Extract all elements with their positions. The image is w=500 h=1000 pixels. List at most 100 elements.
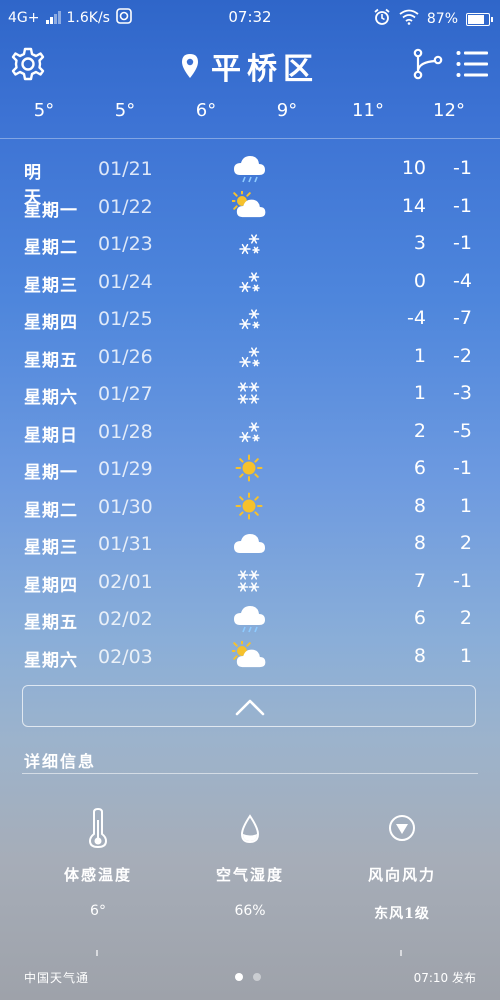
sun-cloud-icon	[230, 188, 266, 217]
forecast-row[interactable]: 星期六 02/03 8 1	[0, 638, 500, 676]
forecast-row[interactable]: 星期一 01/29 6 -1	[0, 450, 500, 488]
hourly-temp: 5°	[114, 100, 136, 121]
forecast-low: -7	[453, 307, 472, 329]
wind-direction-icon	[389, 815, 415, 841]
list-menu-icon	[456, 51, 488, 77]
scroll-hint-mark	[400, 950, 402, 956]
forecast-date: 01/23	[98, 233, 153, 255]
forecast-date: 01/30	[98, 495, 153, 518]
forecast-weather-icon	[232, 266, 266, 296]
forecast-day: 星期四	[24, 313, 78, 333]
snow-icon	[239, 421, 260, 442]
forecast-date: 01/22	[98, 195, 153, 218]
status-bar: 4G+ 1.6K/s 07:32 87%	[0, 0, 500, 34]
share-button[interactable]	[412, 48, 444, 80]
hourly-temp: 9°	[276, 100, 298, 121]
forecast-high: 0	[413, 269, 426, 292]
forecast-high: 14	[401, 194, 426, 217]
forecast-row[interactable]: 星期五 02/02 6 2	[0, 600, 500, 638]
hourly-temperature-row: 5° 5° 6° 9° 11° 12°	[0, 96, 500, 128]
forecast-date: 01/21	[98, 158, 153, 180]
forecast-high: 2	[413, 419, 426, 442]
details-divider	[22, 773, 478, 774]
snow-icon	[239, 346, 260, 367]
chevron-up-icon	[235, 699, 265, 716]
alarm-icon	[373, 8, 391, 30]
forecast-day: 星期二	[24, 238, 78, 258]
forecast-weather-icon	[232, 566, 266, 596]
forecast-row[interactable]: 明 天 01/21 10 -1	[0, 150, 500, 208]
forecast-high: 6	[413, 457, 426, 479]
forecast-weather-icon	[232, 228, 266, 258]
page-dot-active[interactable]	[235, 973, 243, 981]
detail-value: 6°	[90, 903, 106, 919]
cloud-icon	[234, 534, 265, 553]
forecast-low: -1	[453, 457, 472, 479]
scroll-hint-mark	[96, 950, 98, 956]
forecast-low: 1	[459, 644, 472, 667]
forecast-low: -3	[453, 382, 472, 404]
forecast-weather-icon	[232, 603, 266, 633]
forecast-low: 2	[459, 532, 472, 554]
detail-value: 66%	[234, 903, 266, 919]
forecast-row[interactable]: 星期四 01/25 -4 -7	[0, 300, 500, 338]
forecast-day: 星期二	[24, 500, 78, 521]
snow-icon	[239, 309, 260, 330]
wifi-icon	[399, 9, 419, 29]
forecast-row[interactable]: 星期三 01/24 0 -4	[0, 263, 500, 301]
page-dot[interactable]	[253, 973, 261, 981]
detail-humidity: 空气湿度 66%	[170, 808, 330, 919]
forecast-weather-icon	[232, 491, 266, 521]
forecast-weather-icon	[232, 416, 266, 446]
forecast-day: 星期一	[24, 463, 78, 483]
sun-cloud-icon	[230, 638, 266, 667]
snow-icon	[239, 234, 260, 255]
forecast-low: 1	[459, 494, 472, 517]
hourly-temp: 11°	[352, 100, 384, 121]
forecast-row[interactable]: 星期一 01/22 14 -1	[0, 188, 500, 226]
forecast-row[interactable]: 星期四 02/01 7 -1	[0, 563, 500, 601]
forecast-day: 星期四	[24, 575, 78, 596]
publish-time: 07:10 发布	[413, 971, 476, 985]
battery-percent: 87%	[426, 11, 458, 27]
forecast-row[interactable]: 星期三 01/31 8 2	[0, 525, 500, 563]
hourly-temp: 12°	[433, 100, 465, 121]
forecast-date: 01/27	[98, 383, 153, 405]
page-indicator[interactable]	[235, 973, 261, 981]
forecast-high: 1	[413, 382, 426, 404]
forecast-day: 星期三	[24, 275, 78, 296]
forecast-row[interactable]: 星期五 01/26 1 -2	[0, 338, 500, 376]
forecast-date: 01/29	[98, 458, 153, 480]
forecast-high: 7	[413, 569, 426, 592]
forecast-row[interactable]: 星期二 01/23 3 -1	[0, 225, 500, 263]
forecast-list: 明 天 01/21 10 -1 星期一 01/22 14 -1 星期二 01/23 3 -1 星期三 01…	[0, 150, 500, 675]
location-pin-icon	[182, 54, 198, 78]
forecast-low: 2	[459, 607, 472, 629]
forecast-date: 01/24	[98, 270, 153, 293]
data-source: 中国天气通	[24, 971, 90, 985]
forecast-day: 星期五	[24, 613, 78, 633]
city-name: 平桥区	[211, 52, 319, 87]
forecast-day: 星期日	[24, 425, 78, 446]
collapse-forecast-button[interactable]	[22, 685, 476, 727]
hourly-temp: 6°	[195, 100, 217, 121]
forecast-weather-icon	[232, 303, 266, 333]
forecast-weather-icon	[230, 638, 266, 671]
forecast-high: 8	[413, 494, 426, 517]
status-right: 87%	[373, 8, 493, 30]
sun-icon	[235, 492, 263, 519]
forecast-low: -1	[453, 157, 472, 179]
forecast-row[interactable]: 星期二 01/30 8 1	[0, 488, 500, 526]
menu-button[interactable]	[456, 50, 488, 78]
forecast-date: 02/01	[98, 570, 153, 593]
section-divider	[0, 138, 500, 139]
details-title: 详细信息	[24, 752, 97, 771]
detail-value: 东风1级	[374, 906, 430, 922]
forecast-row[interactable]: 星期六 01/27 1 -3	[0, 375, 500, 413]
forecast-low: -1	[453, 232, 472, 254]
detail-wind: 风向风力 东风1级	[322, 808, 482, 923]
forecast-row[interactable]: 星期日 01/28 2 -5	[0, 413, 500, 451]
forecast-day: 星期五	[24, 350, 78, 371]
forecast-date: 01/25	[98, 308, 153, 330]
detail-label: 空气湿度	[215, 866, 284, 884]
